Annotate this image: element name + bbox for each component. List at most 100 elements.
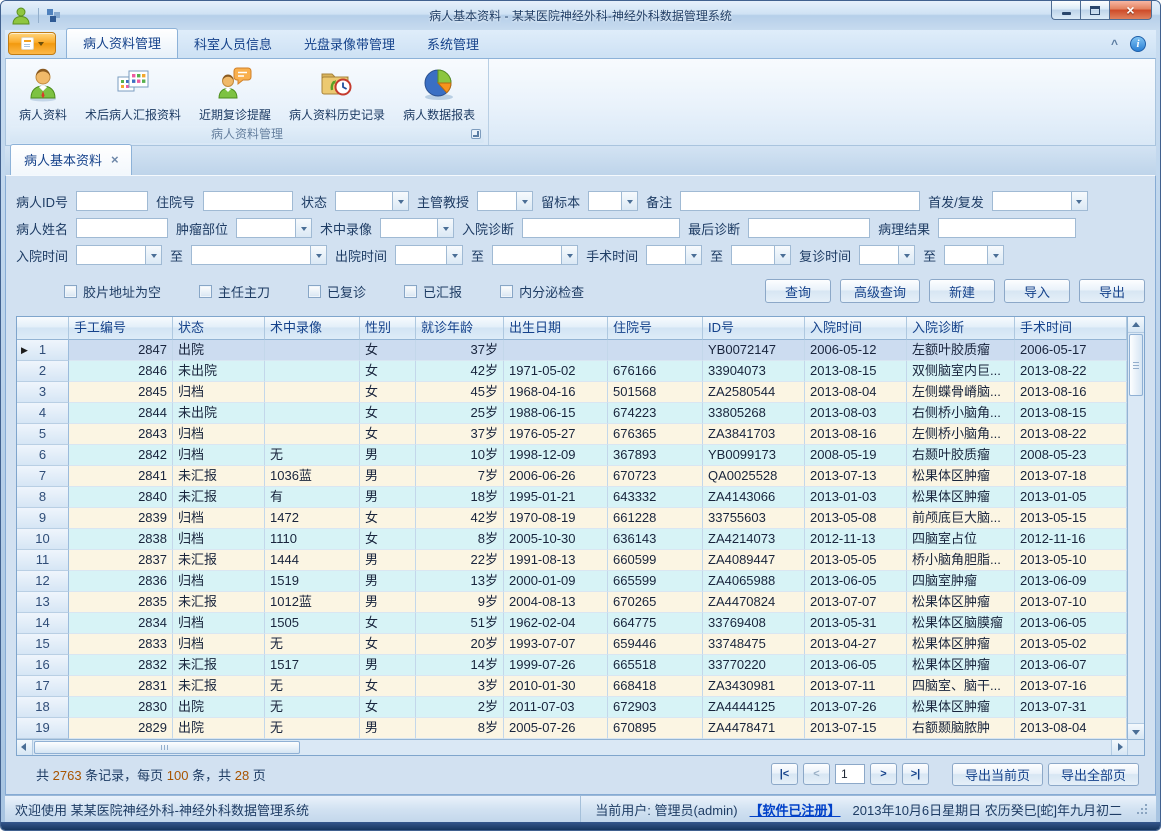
row-header-cell[interactable]: 16 bbox=[17, 655, 69, 676]
table-row[interactable]: 152833归档无女20岁1993-07-0765944633748475201… bbox=[17, 634, 1127, 655]
table-row[interactable]: 92839归档1472女42岁1970-08-19661228337556032… bbox=[17, 508, 1127, 529]
advanced-query-button[interactable]: 高级查询 bbox=[840, 279, 920, 303]
dropdown-arrow-icon[interactable] bbox=[621, 192, 637, 210]
column-header-surgery-date[interactable]: 手术时间 bbox=[1015, 317, 1127, 340]
ribbon-tab-system-management[interactable]: 系统管理 bbox=[411, 30, 495, 58]
filter-combo-discharge-date-from[interactable] bbox=[395, 245, 463, 265]
filter-combo-professor[interactable] bbox=[477, 191, 533, 211]
ribbon-tab-disc-video-management[interactable]: 光盘录像带管理 bbox=[288, 30, 411, 58]
dropdown-arrow-icon[interactable] bbox=[516, 192, 532, 210]
query-button[interactable]: 查询 bbox=[765, 279, 831, 303]
column-header-age-at-visit[interactable]: 就诊年龄 bbox=[416, 317, 504, 340]
horizontal-scrollbar[interactable] bbox=[17, 740, 1127, 755]
checkbox-reported[interactable]: 已汇报 bbox=[404, 282, 462, 301]
row-header-cell[interactable]: 3 bbox=[17, 382, 69, 403]
row-header-cell[interactable]: 19 bbox=[17, 718, 69, 739]
table-row[interactable]: ▶12847出院女37岁YB00721472006-05-12左额叶胶质瘤200… bbox=[17, 340, 1127, 361]
export-button[interactable]: 导出 bbox=[1079, 279, 1145, 303]
maximize-button[interactable] bbox=[1080, 1, 1109, 20]
column-header-status[interactable]: 状态 bbox=[173, 317, 265, 340]
row-header-cell[interactable]: 14 bbox=[17, 613, 69, 634]
table-row[interactable]: 132835未汇报1012蓝男9岁2004-08-13670265ZA44708… bbox=[17, 592, 1127, 613]
filter-combo-specimen[interactable] bbox=[588, 191, 638, 211]
vertical-scrollbar[interactable] bbox=[1127, 317, 1144, 739]
table-row[interactable]: 72841未汇报1036蓝男7岁2006-06-26670723QA002552… bbox=[17, 466, 1127, 487]
ribbon-button-patient-history[interactable]: 病人资料历史记录 bbox=[280, 61, 394, 125]
scroll-down-icon[interactable] bbox=[1128, 723, 1144, 739]
app-menu-button[interactable] bbox=[8, 32, 56, 55]
pagination-first-button[interactable]: |< bbox=[771, 763, 798, 785]
dropdown-arrow-icon[interactable] bbox=[898, 246, 914, 264]
dropdown-arrow-icon[interactable] bbox=[561, 246, 577, 264]
ribbon-button-followup-reminder[interactable]: 近期复诊提醒 bbox=[190, 61, 280, 125]
table-row[interactable]: 102838归档1110女8岁2005-10-30636143ZA4214073… bbox=[17, 529, 1127, 550]
filter-combo-surgery-video[interactable] bbox=[380, 218, 454, 238]
checkbox-endocrine-exam[interactable]: 内分泌检查 bbox=[500, 282, 584, 301]
row-header-cell[interactable]: 2 bbox=[17, 361, 69, 382]
table-row[interactable]: 192829出院无男8岁2005-07-26670895ZA4478471201… bbox=[17, 718, 1127, 739]
filter-input-remark[interactable] bbox=[680, 191, 920, 211]
row-header-cell[interactable]: 12 bbox=[17, 571, 69, 592]
filter-input-admission-diagnosis[interactable] bbox=[522, 218, 680, 238]
scroll-up-icon[interactable] bbox=[1128, 317, 1144, 333]
table-row[interactable]: 62842归档无男10岁1998-12-09367893YB0099173200… bbox=[17, 445, 1127, 466]
table-row[interactable]: 162832未汇报1517男14岁1999-07-266655183377022… bbox=[17, 655, 1127, 676]
table-row[interactable]: 122836归档1519男13岁2000-01-09665599ZA406598… bbox=[17, 571, 1127, 592]
scroll-left-icon[interactable] bbox=[17, 740, 33, 755]
minimize-button[interactable] bbox=[1051, 1, 1080, 20]
ribbon-button-patient-data-report[interactable]: 病人数据报表 bbox=[394, 61, 484, 125]
filter-combo-admission-date-to[interactable] bbox=[191, 245, 327, 265]
dropdown-arrow-icon[interactable] bbox=[774, 246, 790, 264]
column-header-id-no[interactable]: ID号 bbox=[703, 317, 805, 340]
column-header-surgery-video[interactable]: 术中录像 bbox=[265, 317, 360, 340]
page-number-input[interactable]: 1 bbox=[835, 764, 865, 784]
vertical-scroll-thumb[interactable] bbox=[1129, 334, 1143, 396]
filter-combo-first-or-recurrent[interactable] bbox=[992, 191, 1088, 211]
import-button[interactable]: 导入 bbox=[1004, 279, 1070, 303]
checkbox-chief-surgeon[interactable]: 主任主刀 bbox=[199, 282, 270, 301]
table-row[interactable]: 142834归档1505女51岁1962-02-0466477533769408… bbox=[17, 613, 1127, 634]
column-header-gender[interactable]: 性别 bbox=[360, 317, 416, 340]
dialog-launcher-icon[interactable] bbox=[471, 129, 481, 139]
pagination-next-button[interactable]: > bbox=[870, 763, 897, 785]
row-header-cell[interactable]: 5 bbox=[17, 424, 69, 445]
ribbon-button-postop-report-data[interactable]: 术后病人汇报资料 bbox=[76, 61, 190, 125]
table-row[interactable]: 182830出院无女2岁2011-07-03672903ZA4444125201… bbox=[17, 697, 1127, 718]
dropdown-arrow-icon[interactable] bbox=[145, 246, 161, 264]
pagination-prev-button[interactable]: < bbox=[803, 763, 830, 785]
filter-combo-admission-date-from[interactable] bbox=[76, 245, 162, 265]
checkbox-film-address-empty[interactable]: 胶片地址为空 bbox=[64, 282, 161, 301]
dropdown-arrow-icon[interactable] bbox=[446, 246, 462, 264]
dropdown-arrow-icon[interactable] bbox=[392, 192, 408, 210]
row-header-cell[interactable]: 11 bbox=[17, 550, 69, 571]
filter-combo-tumor-site[interactable] bbox=[236, 218, 312, 238]
quick-access-grid-icon[interactable] bbox=[46, 8, 61, 23]
column-header-admission-date[interactable]: 入院时间 bbox=[805, 317, 907, 340]
ribbon-button-patient-data[interactable]: 病人资料 bbox=[10, 61, 76, 125]
filter-input-patient-name[interactable] bbox=[76, 218, 168, 238]
row-header-cell[interactable]: 9 bbox=[17, 508, 69, 529]
export-current-page-button[interactable]: 导出当前页 bbox=[952, 763, 1043, 786]
pagination-last-button[interactable]: >| bbox=[902, 763, 929, 785]
row-header-cell[interactable]: 6 bbox=[17, 445, 69, 466]
column-header-birth-date[interactable]: 出生日期 bbox=[504, 317, 608, 340]
dropdown-arrow-icon[interactable] bbox=[1071, 192, 1087, 210]
tab-patient-basic-info[interactable]: 病人基本资料 × bbox=[10, 144, 132, 175]
table-row[interactable]: 82840未汇报有男18岁1995-01-21643332ZA414306620… bbox=[17, 487, 1127, 508]
column-header-manual-no[interactable]: 手工编号 bbox=[69, 317, 173, 340]
row-header-cell[interactable]: 4 bbox=[17, 403, 69, 424]
row-header-cell[interactable]: 10 bbox=[17, 529, 69, 550]
checkbox-followed-up[interactable]: 已复诊 bbox=[308, 282, 366, 301]
horizontal-scroll-thumb[interactable] bbox=[34, 741, 300, 754]
scroll-right-icon[interactable] bbox=[1111, 740, 1127, 755]
ribbon-tab-patient-data-management[interactable]: 病人资料管理 bbox=[66, 28, 178, 58]
ribbon-collapse-icon[interactable]: ^ bbox=[1111, 39, 1118, 49]
row-header-cell[interactable]: ▶1 bbox=[17, 340, 69, 361]
dropdown-arrow-icon[interactable] bbox=[437, 219, 453, 237]
table-row[interactable]: 22846未出院女42岁1971-05-02676166339040732013… bbox=[17, 361, 1127, 382]
filter-combo-followup-date-to[interactable] bbox=[944, 245, 1004, 265]
table-row[interactable]: 172831未汇报无女3岁2010-01-30668418ZA343098120… bbox=[17, 676, 1127, 697]
filter-combo-surgery-date-to[interactable] bbox=[731, 245, 791, 265]
dropdown-arrow-icon[interactable] bbox=[685, 246, 701, 264]
export-all-pages-button[interactable]: 导出全部页 bbox=[1048, 763, 1139, 786]
